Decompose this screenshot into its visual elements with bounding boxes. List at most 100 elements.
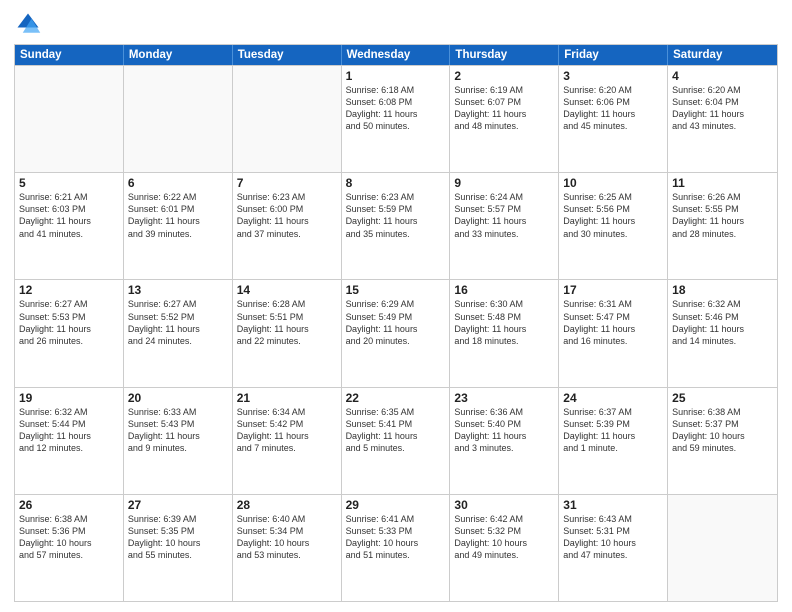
- calendar-cell-4-5: 31Sunrise: 6:43 AM Sunset: 5:31 PM Dayli…: [559, 495, 668, 601]
- calendar-cell-4-0: 26Sunrise: 6:38 AM Sunset: 5:36 PM Dayli…: [15, 495, 124, 601]
- calendar-cell-0-4: 2Sunrise: 6:19 AM Sunset: 6:07 PM Daylig…: [450, 66, 559, 172]
- cell-info: Sunrise: 6:23 AM Sunset: 6:00 PM Dayligh…: [237, 191, 337, 240]
- day-number: 21: [237, 391, 337, 405]
- calendar-cell-3-5: 24Sunrise: 6:37 AM Sunset: 5:39 PM Dayli…: [559, 388, 668, 494]
- calendar-cell-2-6: 18Sunrise: 6:32 AM Sunset: 5:46 PM Dayli…: [668, 280, 777, 386]
- calendar-cell-4-4: 30Sunrise: 6:42 AM Sunset: 5:32 PM Dayli…: [450, 495, 559, 601]
- calendar-cell-0-3: 1Sunrise: 6:18 AM Sunset: 6:08 PM Daylig…: [342, 66, 451, 172]
- calendar-row-3: 19Sunrise: 6:32 AM Sunset: 5:44 PM Dayli…: [15, 387, 777, 494]
- cell-info: Sunrise: 6:34 AM Sunset: 5:42 PM Dayligh…: [237, 406, 337, 455]
- day-number: 10: [563, 176, 663, 190]
- calendar-cell-4-2: 28Sunrise: 6:40 AM Sunset: 5:34 PM Dayli…: [233, 495, 342, 601]
- calendar-row-1: 5Sunrise: 6:21 AM Sunset: 6:03 PM Daylig…: [15, 172, 777, 279]
- cell-info: Sunrise: 6:31 AM Sunset: 5:47 PM Dayligh…: [563, 298, 663, 347]
- cell-info: Sunrise: 6:42 AM Sunset: 5:32 PM Dayligh…: [454, 513, 554, 562]
- cell-info: Sunrise: 6:32 AM Sunset: 5:46 PM Dayligh…: [672, 298, 773, 347]
- day-number: 19: [19, 391, 119, 405]
- cell-info: Sunrise: 6:38 AM Sunset: 5:36 PM Dayligh…: [19, 513, 119, 562]
- day-number: 28: [237, 498, 337, 512]
- day-number: 16: [454, 283, 554, 297]
- day-number: 1: [346, 69, 446, 83]
- cell-info: Sunrise: 6:23 AM Sunset: 5:59 PM Dayligh…: [346, 191, 446, 240]
- calendar-row-4: 26Sunrise: 6:38 AM Sunset: 5:36 PM Dayli…: [15, 494, 777, 601]
- weekday-header-thursday: Thursday: [450, 45, 559, 65]
- calendar-cell-1-5: 10Sunrise: 6:25 AM Sunset: 5:56 PM Dayli…: [559, 173, 668, 279]
- cell-info: Sunrise: 6:32 AM Sunset: 5:44 PM Dayligh…: [19, 406, 119, 455]
- calendar-cell-4-6: [668, 495, 777, 601]
- day-number: 9: [454, 176, 554, 190]
- day-number: 26: [19, 498, 119, 512]
- calendar-cell-2-4: 16Sunrise: 6:30 AM Sunset: 5:48 PM Dayli…: [450, 280, 559, 386]
- day-number: 27: [128, 498, 228, 512]
- calendar-cell-1-0: 5Sunrise: 6:21 AM Sunset: 6:03 PM Daylig…: [15, 173, 124, 279]
- calendar-cell-3-4: 23Sunrise: 6:36 AM Sunset: 5:40 PM Dayli…: [450, 388, 559, 494]
- day-number: 11: [672, 176, 773, 190]
- weekday-header-wednesday: Wednesday: [342, 45, 451, 65]
- weekday-header-saturday: Saturday: [668, 45, 777, 65]
- calendar-body: 1Sunrise: 6:18 AM Sunset: 6:08 PM Daylig…: [15, 65, 777, 601]
- calendar: SundayMondayTuesdayWednesdayThursdayFrid…: [14, 44, 778, 602]
- cell-info: Sunrise: 6:27 AM Sunset: 5:53 PM Dayligh…: [19, 298, 119, 347]
- calendar-cell-1-6: 11Sunrise: 6:26 AM Sunset: 5:55 PM Dayli…: [668, 173, 777, 279]
- cell-info: Sunrise: 6:22 AM Sunset: 6:01 PM Dayligh…: [128, 191, 228, 240]
- day-number: 6: [128, 176, 228, 190]
- day-number: 25: [672, 391, 773, 405]
- calendar-cell-1-4: 9Sunrise: 6:24 AM Sunset: 5:57 PM Daylig…: [450, 173, 559, 279]
- day-number: 18: [672, 283, 773, 297]
- cell-info: Sunrise: 6:20 AM Sunset: 6:04 PM Dayligh…: [672, 84, 773, 133]
- cell-info: Sunrise: 6:33 AM Sunset: 5:43 PM Dayligh…: [128, 406, 228, 455]
- logo: [14, 10, 46, 38]
- cell-info: Sunrise: 6:37 AM Sunset: 5:39 PM Dayligh…: [563, 406, 663, 455]
- cell-info: Sunrise: 6:19 AM Sunset: 6:07 PM Dayligh…: [454, 84, 554, 133]
- day-number: 20: [128, 391, 228, 405]
- day-number: 22: [346, 391, 446, 405]
- day-number: 3: [563, 69, 663, 83]
- cell-info: Sunrise: 6:41 AM Sunset: 5:33 PM Dayligh…: [346, 513, 446, 562]
- calendar-cell-0-1: [124, 66, 233, 172]
- calendar-cell-0-0: [15, 66, 124, 172]
- calendar-cell-1-3: 8Sunrise: 6:23 AM Sunset: 5:59 PM Daylig…: [342, 173, 451, 279]
- calendar-row-2: 12Sunrise: 6:27 AM Sunset: 5:53 PM Dayli…: [15, 279, 777, 386]
- weekday-header-friday: Friday: [559, 45, 668, 65]
- calendar-cell-0-5: 3Sunrise: 6:20 AM Sunset: 6:06 PM Daylig…: [559, 66, 668, 172]
- weekday-header-monday: Monday: [124, 45, 233, 65]
- day-number: 14: [237, 283, 337, 297]
- day-number: 12: [19, 283, 119, 297]
- calendar-cell-3-3: 22Sunrise: 6:35 AM Sunset: 5:41 PM Dayli…: [342, 388, 451, 494]
- day-number: 23: [454, 391, 554, 405]
- calendar-cell-2-3: 15Sunrise: 6:29 AM Sunset: 5:49 PM Dayli…: [342, 280, 451, 386]
- cell-info: Sunrise: 6:25 AM Sunset: 5:56 PM Dayligh…: [563, 191, 663, 240]
- day-number: 17: [563, 283, 663, 297]
- cell-info: Sunrise: 6:38 AM Sunset: 5:37 PM Dayligh…: [672, 406, 773, 455]
- day-number: 7: [237, 176, 337, 190]
- day-number: 31: [563, 498, 663, 512]
- cell-info: Sunrise: 6:39 AM Sunset: 5:35 PM Dayligh…: [128, 513, 228, 562]
- calendar-cell-4-3: 29Sunrise: 6:41 AM Sunset: 5:33 PM Dayli…: [342, 495, 451, 601]
- cell-info: Sunrise: 6:20 AM Sunset: 6:06 PM Dayligh…: [563, 84, 663, 133]
- cell-info: Sunrise: 6:28 AM Sunset: 5:51 PM Dayligh…: [237, 298, 337, 347]
- calendar-cell-3-6: 25Sunrise: 6:38 AM Sunset: 5:37 PM Dayli…: [668, 388, 777, 494]
- day-number: 2: [454, 69, 554, 83]
- cell-info: Sunrise: 6:30 AM Sunset: 5:48 PM Dayligh…: [454, 298, 554, 347]
- day-number: 5: [19, 176, 119, 190]
- weekday-header-tuesday: Tuesday: [233, 45, 342, 65]
- calendar-cell-2-2: 14Sunrise: 6:28 AM Sunset: 5:51 PM Dayli…: [233, 280, 342, 386]
- calendar-cell-4-1: 27Sunrise: 6:39 AM Sunset: 5:35 PM Dayli…: [124, 495, 233, 601]
- cell-info: Sunrise: 6:36 AM Sunset: 5:40 PM Dayligh…: [454, 406, 554, 455]
- cell-info: Sunrise: 6:21 AM Sunset: 6:03 PM Dayligh…: [19, 191, 119, 240]
- cell-info: Sunrise: 6:26 AM Sunset: 5:55 PM Dayligh…: [672, 191, 773, 240]
- day-number: 29: [346, 498, 446, 512]
- cell-info: Sunrise: 6:40 AM Sunset: 5:34 PM Dayligh…: [237, 513, 337, 562]
- day-number: 15: [346, 283, 446, 297]
- cell-info: Sunrise: 6:24 AM Sunset: 5:57 PM Dayligh…: [454, 191, 554, 240]
- calendar-cell-2-0: 12Sunrise: 6:27 AM Sunset: 5:53 PM Dayli…: [15, 280, 124, 386]
- calendar-row-0: 1Sunrise: 6:18 AM Sunset: 6:08 PM Daylig…: [15, 65, 777, 172]
- cell-info: Sunrise: 6:27 AM Sunset: 5:52 PM Dayligh…: [128, 298, 228, 347]
- cell-info: Sunrise: 6:18 AM Sunset: 6:08 PM Dayligh…: [346, 84, 446, 133]
- cell-info: Sunrise: 6:29 AM Sunset: 5:49 PM Dayligh…: [346, 298, 446, 347]
- day-number: 4: [672, 69, 773, 83]
- day-number: 24: [563, 391, 663, 405]
- day-number: 8: [346, 176, 446, 190]
- calendar-cell-0-6: 4Sunrise: 6:20 AM Sunset: 6:04 PM Daylig…: [668, 66, 777, 172]
- cell-info: Sunrise: 6:43 AM Sunset: 5:31 PM Dayligh…: [563, 513, 663, 562]
